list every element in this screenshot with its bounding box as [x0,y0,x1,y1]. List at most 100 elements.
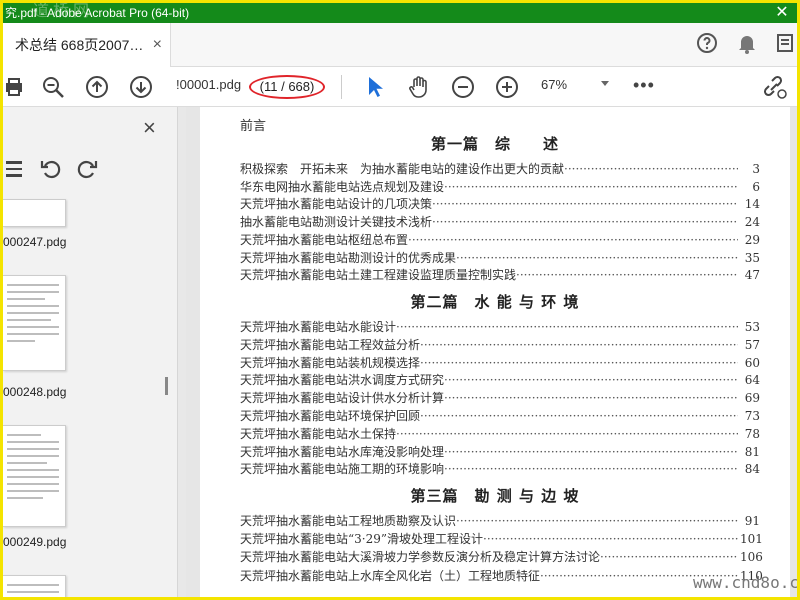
thumbnail-label: 000248.pdg [3,385,67,399]
toc-entry-title: 天荒坪抽水蓄能电站枢纽总布置 [240,232,409,247]
toc-entry[interactable]: 天荒坪抽水蓄能电站“3·29”滑坡处理工程设计 101 [240,531,763,547]
toc-entry-title: 天荒坪抽水蓄能电站洪水调度方式研究 [240,373,445,388]
toc-entry-title: 天荒坪抽水蓄能电站勘测设计的优秀成果 [240,250,457,265]
toc-entry-title: 天荒坪抽水蓄能电站环境保护回顾 [240,409,421,423]
select-cursor-icon[interactable] [361,73,389,101]
panel-resize-grip[interactable] [165,377,168,395]
toc-leader-dots [408,232,738,248]
toc-entry-title: 天荒坪抽水蓄能电站土建工程建设监理质量控制实践 [240,268,517,283]
extract-icon[interactable] [3,155,31,183]
toc-entry[interactable]: 天荒坪抽水蓄能电站土建工程建设监理质量控制实践 47 [240,267,760,283]
toc-entry-page: 78 [744,426,760,441]
document-tab[interactable]: 术总结 668页2007… × [3,23,171,67]
toc-leader-dots [444,390,738,406]
zoom-dropdown[interactable]: 67% [541,77,609,92]
toc-leader-dots [564,161,738,177]
toc-entry-title: 天荒坪抽水蓄能电站水土保持 [240,426,397,441]
toc-entry[interactable]: 天荒坪抽水蓄能电站水土保持 78 [240,426,760,442]
tab-close-button[interactable]: × [153,23,162,67]
document-tab-label: 术总结 668页2007… [15,37,144,53]
zoom-out-icon[interactable] [449,73,477,101]
thumbnail-page-249[interactable] [3,425,66,527]
toc-entry[interactable]: 天荒坪抽水蓄能电站环境保护回顾 73 [240,408,760,424]
toc-entry-page: 101 [740,532,763,547]
toc-entry-title: 天荒坪抽水蓄能电站水能设计 [240,320,397,334]
zoom-out-magnifier-icon[interactable] [39,73,67,101]
toc-entry-page: 24 [744,215,760,230]
toc-entry-page: 29 [744,232,760,247]
thumbnail-label: 000247.pdg [3,235,67,249]
main-toolbar: !00001.pdg (11 / 668) 67% ••• [3,67,797,107]
page-thumbnails-panel: × 000247.pdg 000248.pdg 000249.pdg [3,107,178,597]
rotate-left-icon[interactable] [37,155,65,183]
help-icon[interactable] [695,31,723,59]
page-number-field[interactable]: !00001.pdg [176,77,241,92]
section-heading: 第二篇 水 能 与 环 境 [410,293,580,311]
toc-entry[interactable]: 天荒坪抽水蓄能电站水能设计 53 [240,319,760,335]
close-panel-icon[interactable]: × [143,115,156,141]
chevron-down-icon [601,81,609,86]
toc-entry-title: 华东电网抽水蓄能电站选点规划及建设 [240,179,445,194]
print-icon[interactable] [3,73,31,101]
toc-entry-page: 53 [744,320,760,334]
toc-leader-dots [396,319,738,335]
toc-leader-dots [420,355,738,371]
page-count: (11 / 668) [249,75,325,99]
toc-entry[interactable]: 抽水蓄能电站勘测设计关键技术浅析 24 [240,214,760,230]
section-heading: 第一篇 综 述 [430,135,559,153]
toc-entry[interactable]: 天荒坪抽水蓄能电站勘测设计的优秀成果 35 [240,250,760,266]
hand-tool-icon[interactable] [405,73,433,101]
toc-leader-dots [444,444,738,460]
thumbnail-page-248[interactable] [3,275,66,371]
share-link-icon[interactable] [761,73,789,101]
panel-toolbar [3,147,178,187]
previous-page-icon[interactable] [83,73,111,101]
toc-entry[interactable]: 天荒坪抽水蓄能电站施工期的环境影响 84 [240,461,760,477]
toc-entry[interactable]: 天荒坪抽水蓄能电站上水库全风化岩（土）工程地质特征110 [240,568,763,584]
toc-entry[interactable]: 天荒坪抽水蓄能电站设计的几项决策 14 [240,196,760,212]
toc-entry-title: 天荒坪抽水蓄能电站大溪滑坡力学参数反演分析及稳定计算方法讨论 [240,550,601,565]
bell-icon[interactable] [735,31,763,59]
more-tools-button[interactable]: ••• [633,75,655,96]
toc-entry-title: 抽水蓄能电站勘测设计关键技术浅析 [240,215,433,230]
toc-leader-dots [456,250,738,266]
preface-heading: 前言 [240,119,267,134]
toc-leader-dots [420,337,738,353]
toc-entry-title: 天荒坪抽水蓄能电站设计供水分析计算 [240,391,445,406]
user-icon[interactable] [773,31,797,59]
tab-bar: 术总结 668页2007… × [3,23,797,67]
document-viewer[interactable]: 前言 第一篇 综 述积极探索 开拓未来 为抽水蓄能电站的建设作出更大的贡献 3 华东… [186,107,797,597]
toc-entry-page: 84 [744,462,760,477]
toc-entry[interactable]: 天荒坪抽水蓄能电站水库淹没影响处理 81 [240,444,760,460]
toc-entry-page: 106 [740,550,763,565]
watermark-top: 道桥网 [33,3,94,20]
toc-entry-page: 81 [744,444,760,459]
toc-entry[interactable]: 天荒坪抽水蓄能电站工程地质勘察及认识 91 [240,513,760,529]
toc-entry[interactable]: 天荒坪抽水蓄能电站设计供水分析计算 69 [240,390,760,406]
toc-entry[interactable]: 天荒坪抽水蓄能电站洪水调度方式研究 64 [240,372,760,388]
pdf-page: 前言 第一篇 综 述积极探索 开拓未来 为抽水蓄能电站的建设作出更大的贡献 3 华东… [200,107,790,597]
thumbnail-label: 000249.pdg [3,535,67,549]
thumbnail-page-247[interactable] [3,199,66,227]
toc-entry-title: 积极探索 开拓未来 为抽水蓄能电站的建设作出更大的贡献 [240,162,565,176]
toc-leader-dots [432,214,738,230]
panel-splitter[interactable] [178,107,186,597]
toc-entry[interactable]: 积极探索 开拓未来 为抽水蓄能电站的建设作出更大的贡献 3 [240,161,760,177]
toc-entry-page: 14 [744,197,760,212]
toc-entry-title: 天荒坪抽水蓄能电站水库淹没影响处理 [240,444,445,459]
toc-leader-dots [483,531,738,547]
toc-leader-dots [444,372,738,388]
zoom-in-icon[interactable] [493,73,521,101]
rotate-right-icon[interactable] [73,155,101,183]
toc-entry[interactable]: 天荒坪抽水蓄能电站工程效益分析 57 [240,337,760,353]
toc-entry[interactable]: 华东电网抽水蓄能电站选点规划及建设 6 [240,179,760,195]
next-page-icon[interactable] [127,73,155,101]
toc-leader-dots [396,426,738,442]
toc-entry-page: 47 [744,268,760,283]
toc-entry-title: 天荒坪抽水蓄能电站设计的几项决策 [240,197,433,212]
thumbnail-page-250[interactable] [3,575,66,597]
toc-entry[interactable]: 天荒坪抽水蓄能电站装机规模选择 60 [240,355,760,371]
toc-entry[interactable]: 天荒坪抽水蓄能电站大溪滑坡力学参数反演分析及稳定计算方法讨论 106 [240,549,763,565]
window-close-button[interactable]: ✕ [767,3,797,23]
toc-entry[interactable]: 天荒坪抽水蓄能电站枢纽总布置 29 [240,232,760,248]
